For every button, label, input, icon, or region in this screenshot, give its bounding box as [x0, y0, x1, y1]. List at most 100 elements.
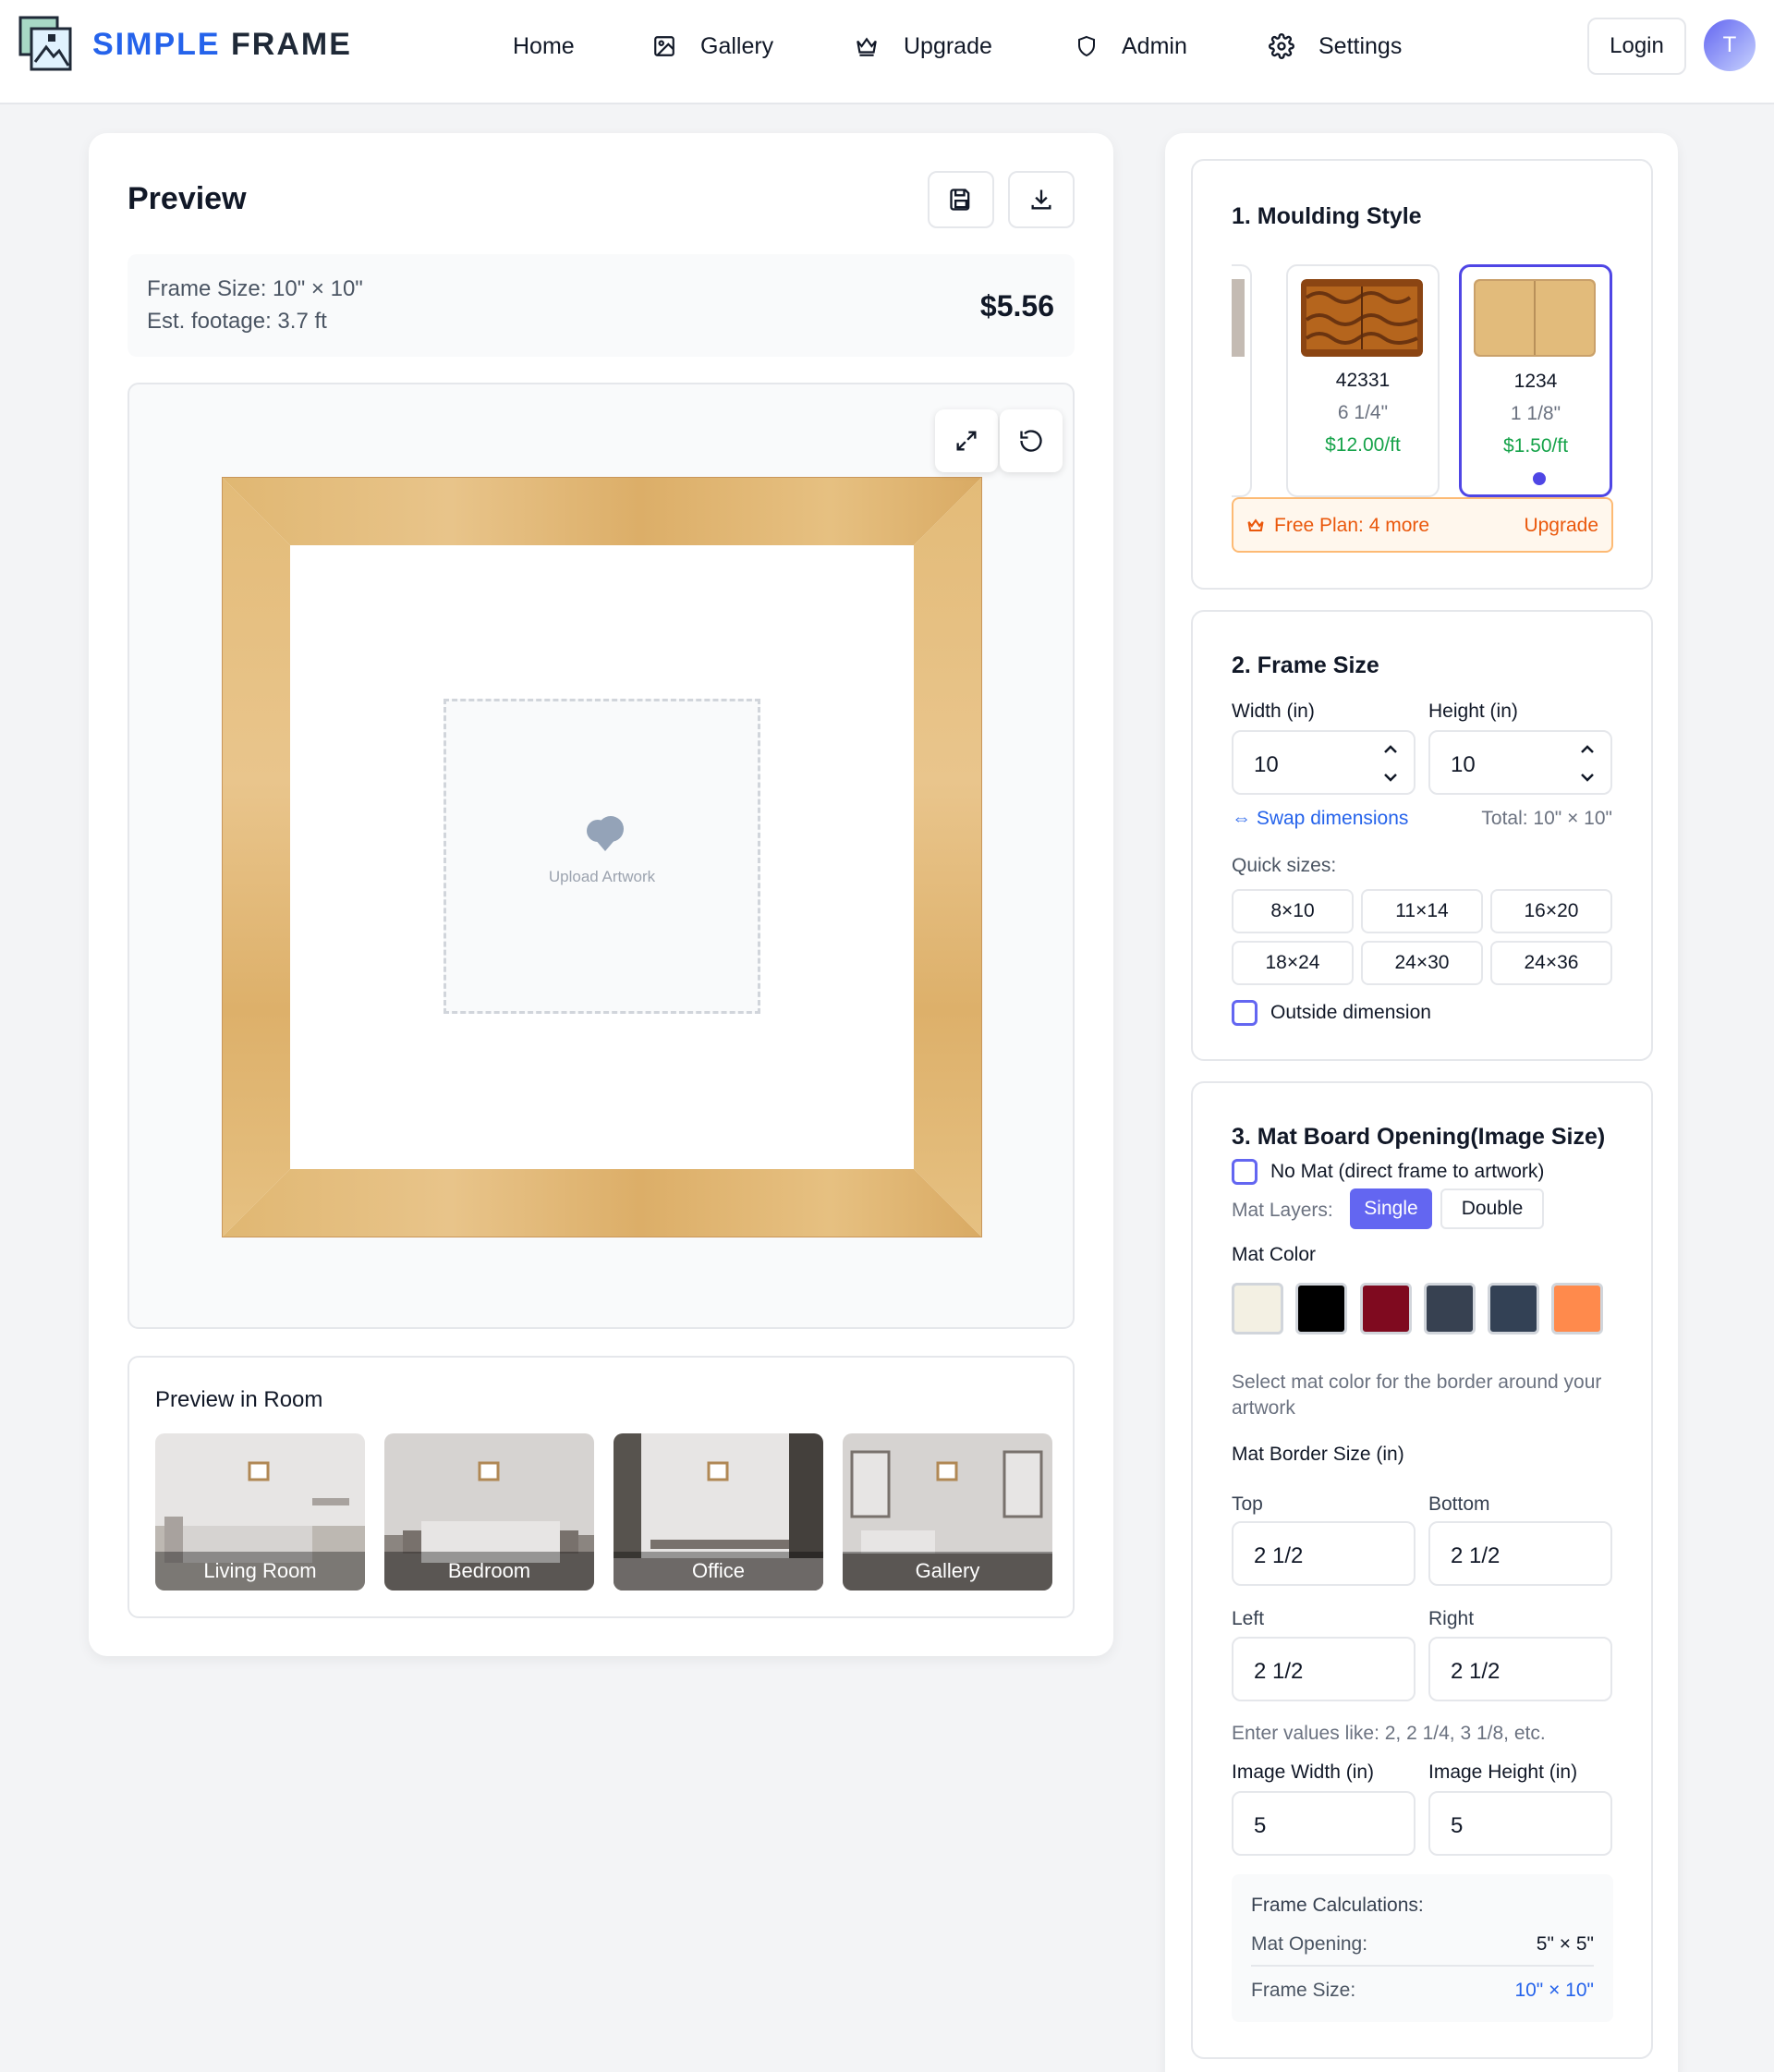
width-label: Width (in): [1232, 701, 1315, 722]
crown-icon: [1247, 518, 1264, 532]
nav-admin-label: Admin: [1122, 32, 1187, 59]
login-button[interactable]: Login: [1587, 18, 1686, 75]
moulding-item-1234[interactable]: 1234 1 1/8" $1.50/ft: [1459, 264, 1612, 497]
top-header: SIMPLE FRAME Home Gallery Upgrade Admin …: [0, 0, 1774, 104]
mat-color-swatch[interactable]: [1295, 1283, 1347, 1335]
room-label: Bedroom: [384, 1552, 594, 1591]
mat-color-swatch[interactable]: [1551, 1283, 1603, 1335]
width-value: 10: [1254, 752, 1279, 777]
fullscreen-button[interactable]: [935, 409, 998, 472]
moulding-swatch: [1232, 279, 1245, 357]
brand-name: SIMPLE FRAME: [92, 27, 352, 63]
mat-color-label: Mat Color: [1232, 1244, 1317, 1265]
quick-size-button[interactable]: 8×10: [1232, 889, 1354, 933]
nav-gallery[interactable]: Gallery: [652, 26, 773, 67]
no-mat-checkbox[interactable]: [1232, 1159, 1258, 1185]
room-thumb-bedroom[interactable]: Bedroom: [384, 1433, 594, 1591]
mat-left-input[interactable]: 2 1/2: [1232, 1637, 1416, 1701]
frame-size-text: Frame Size: 10" × 10": [147, 276, 363, 301]
bottom-label: Bottom: [1428, 1493, 1490, 1515]
outside-dimension-checkbox[interactable]: [1232, 1000, 1258, 1026]
mat-layers-label: Mat Layers:: [1232, 1200, 1333, 1221]
footage-text: Est. footage: 3.7 ft: [147, 309, 327, 334]
mat-color-swatch[interactable]: [1232, 1283, 1283, 1335]
room-thumb-living-room[interactable]: Living Room: [155, 1433, 365, 1591]
no-mat-label: No Mat (direct frame to artwork): [1270, 1161, 1545, 1182]
moulding-item-partial[interactable]: [1232, 264, 1252, 497]
moulding-swatch: [1301, 279, 1423, 357]
room-label: Living Room: [155, 1552, 365, 1591]
mat-color-hint: Select mat color for the border around y…: [1232, 1371, 1602, 1419]
nav-admin[interactable]: Admin: [1075, 26, 1187, 67]
avatar[interactable]: T: [1704, 19, 1756, 71]
image-height-label: Image Height (in): [1428, 1761, 1578, 1783]
moulding-code: 42331: [1335, 370, 1391, 391]
nav-settings[interactable]: Settings: [1269, 26, 1402, 67]
image-height-value: 5: [1451, 1813, 1464, 1838]
quick-size-button[interactable]: 16×20: [1490, 889, 1612, 933]
mat-right-value: 2 1/2: [1451, 1659, 1501, 1684]
save-button[interactable]: [928, 171, 994, 228]
image-width-value: 5: [1254, 1813, 1267, 1838]
mat-top-value: 2 1/2: [1254, 1543, 1304, 1568]
mat-board-section: 3. Mat Board Opening(Image Size) No Mat …: [1191, 1081, 1653, 2059]
image-width-input[interactable]: 5: [1232, 1791, 1416, 1856]
upgrade-link[interactable]: Upgrade: [1524, 515, 1598, 537]
stepper-icon[interactable]: [1382, 741, 1399, 786]
crown-icon: [857, 37, 877, 56]
brand-name-part2: FRAME: [231, 26, 352, 62]
moulding-price: $1.50/ft: [1502, 435, 1569, 457]
moulding-width: 6 1/4": [1337, 402, 1389, 423]
mat-border-label: Mat Border Size (in): [1232, 1444, 1404, 1465]
nav-upgrade-label: Upgrade: [904, 32, 992, 59]
mat-layer-double[interactable]: Double: [1440, 1188, 1544, 1229]
quick-size-button[interactable]: 11×14: [1361, 889, 1483, 933]
mat-color-swatch[interactable]: [1488, 1283, 1539, 1335]
mat-opening-label: Mat Opening:: [1251, 1933, 1368, 1955]
image-height-input[interactable]: 5: [1428, 1791, 1612, 1856]
nav-upgrade[interactable]: Upgrade: [854, 26, 992, 67]
frame-size-title: 2. Frame Size: [1232, 652, 1379, 678]
moulding-item-42331[interactable]: 42331 6 1/4" $12.00/ft: [1286, 264, 1440, 497]
frame-size-row: Frame Size: 10" × 10": [1251, 1980, 1594, 2002]
mat-top-input[interactable]: 2 1/2: [1232, 1521, 1416, 1586]
brand-logo[interactable]: SIMPLE FRAME: [18, 16, 352, 73]
moulding-swatch: [1474, 279, 1596, 357]
upload-artwork-zone[interactable]: Upload Artwork: [444, 699, 760, 1014]
selected-indicator: [1533, 472, 1546, 485]
upload-cloud-icon: [587, 816, 624, 851]
swap-dimensions-link[interactable]: ⇔ Swap dimensions: [1232, 808, 1408, 830]
room-label: Gallery: [843, 1552, 1052, 1591]
nav-home[interactable]: Home: [513, 26, 575, 67]
room-thumb-gallery[interactable]: Gallery: [843, 1433, 1052, 1591]
mat-layer-single[interactable]: Single: [1350, 1188, 1432, 1229]
free-plan-text: Free Plan: 4 more: [1274, 515, 1430, 536]
mat-bottom-value: 2 1/2: [1451, 1543, 1501, 1568]
mat-bottom-input[interactable]: 2 1/2: [1428, 1521, 1612, 1586]
frame-size-value: 10" × 10": [1514, 1980, 1594, 2001]
quick-size-button[interactable]: 18×24: [1232, 941, 1354, 985]
right-label: Right: [1428, 1608, 1475, 1629]
room-thumb-office[interactable]: Office: [614, 1433, 823, 1591]
mat-color-swatch[interactable]: [1424, 1283, 1476, 1335]
mat-opening-row: Mat Opening: 5" × 5": [1251, 1933, 1594, 1967]
mat-right-input[interactable]: 2 1/2: [1428, 1637, 1612, 1701]
quick-size-button[interactable]: 24×36: [1490, 941, 1612, 985]
reset-button[interactable]: [1000, 409, 1063, 472]
quick-sizes-label: Quick sizes:: [1232, 855, 1337, 876]
height-input[interactable]: 10: [1428, 730, 1612, 795]
download-button[interactable]: [1008, 171, 1075, 228]
quick-size-button[interactable]: 24×30: [1361, 941, 1483, 985]
logo-icon: [18, 16, 74, 73]
free-plan-banner: Free Plan: 4 more Upgrade: [1232, 497, 1613, 553]
image-width-label: Image Width (in): [1232, 1761, 1375, 1783]
stepper-icon[interactable]: [1579, 741, 1596, 786]
page-title: Preview: [128, 181, 247, 216]
save-icon: [950, 189, 970, 211]
mat-opening-value: 5" × 5": [1536, 1933, 1594, 1955]
width-input[interactable]: 10: [1232, 730, 1416, 795]
left-label: Left: [1232, 1608, 1265, 1629]
mat-color-swatch[interactable]: [1360, 1283, 1412, 1335]
preview-card: Preview Frame Size: 10" × 10" Est. foota…: [89, 133, 1113, 1656]
moulding-style-title: 1. Moulding Style: [1232, 203, 1422, 229]
